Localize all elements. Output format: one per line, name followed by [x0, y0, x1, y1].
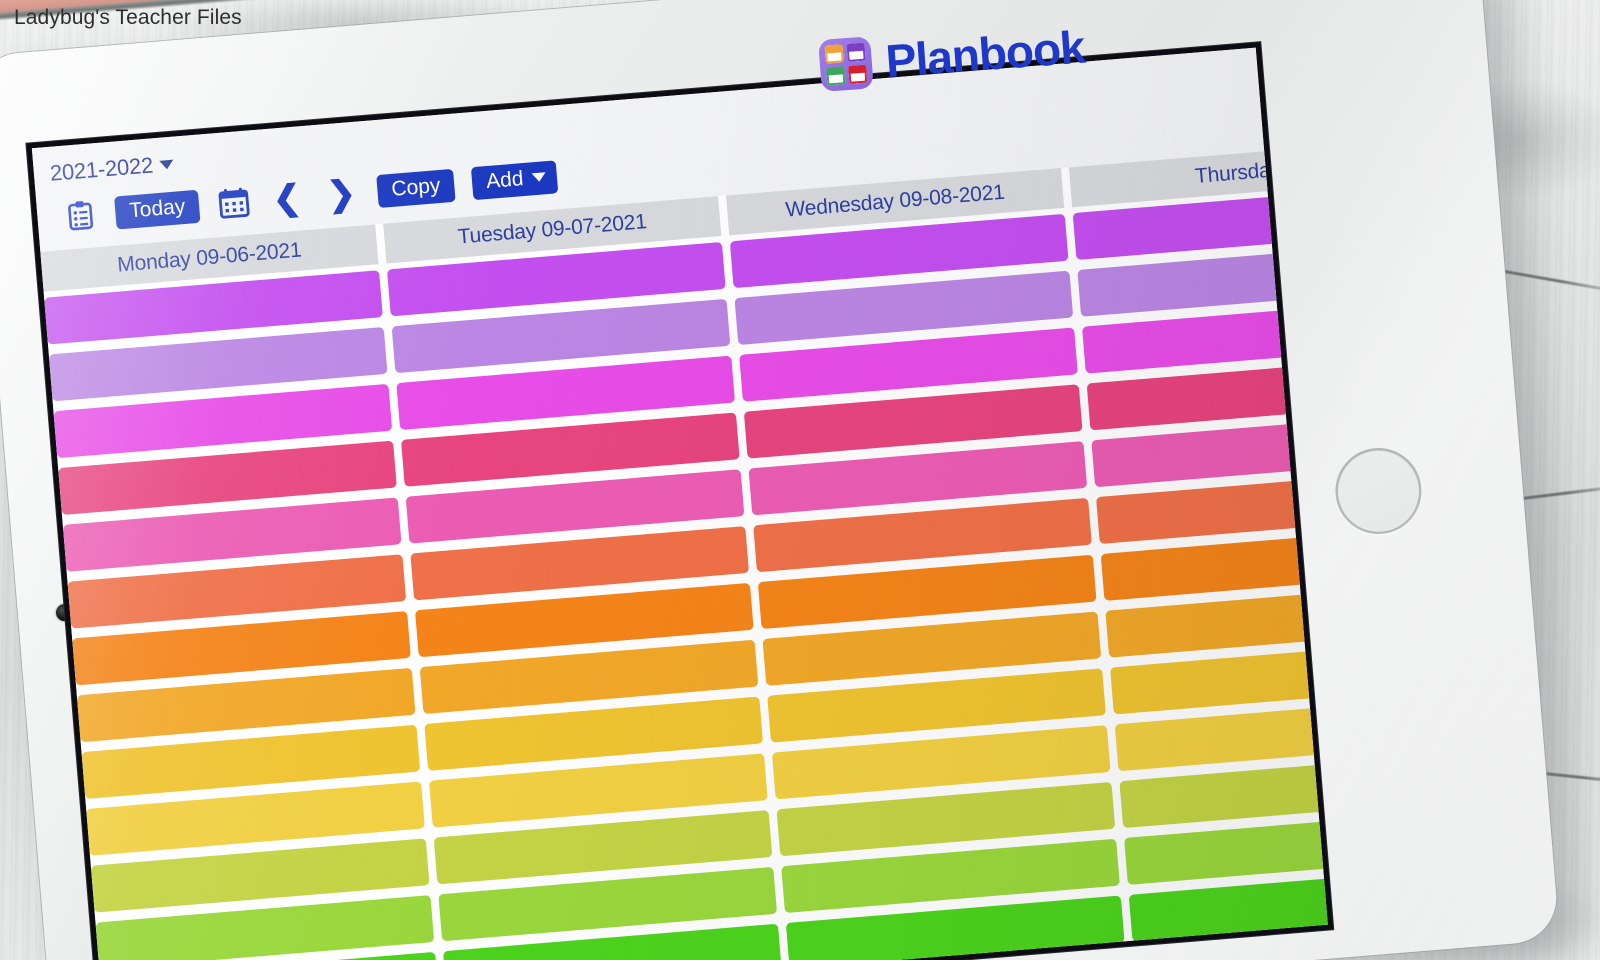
lesson-block-list: [44, 264, 453, 960]
planbook-logo-icon: [818, 36, 874, 92]
calendar-icon[interactable]: [216, 183, 253, 224]
logo-card-green: [826, 66, 846, 86]
chevron-down-icon: [159, 159, 175, 170]
weekly-planner-grid: Monday 09-06-2021 Tuesday 09-07-2021 Wedne…: [40, 139, 1328, 960]
copy-button[interactable]: Copy: [376, 168, 456, 208]
lesson-list-icon[interactable]: [62, 195, 99, 236]
logo-card-red: [848, 64, 868, 84]
watermark-text: Ladybug's Teacher Files: [14, 6, 242, 29]
home-button[interactable]: [1332, 444, 1425, 538]
school-year-label: 2021-2022: [48, 152, 155, 186]
lesson-block-list: [386, 236, 795, 960]
add-button[interactable]: Add: [470, 159, 559, 200]
photo-scene: 2021-2022 Today ❮ ❯ Copy Add Monday 09-0…: [0, 0, 1600, 960]
lesson-block-list: [729, 208, 1138, 960]
ipad-screen: 2021-2022 Today ❮ ❯ Copy Add Monday 09-0…: [31, 47, 1328, 960]
logo-card-orange: [824, 44, 844, 64]
day-column-wednesday: Wednesday 09-08-2021: [726, 167, 1133, 960]
day-column-tuesday: Tuesday 09-07-2021: [383, 195, 790, 960]
school-year-dropdown[interactable]: 2021-2022: [49, 151, 175, 187]
logo-card-purple: [846, 42, 866, 62]
ipad-device: 2021-2022 Today ❮ ❯ Copy Add Monday 09-0…: [0, 0, 1560, 960]
previous-week-button[interactable]: ❮: [268, 178, 307, 218]
day-column-monday: Monday 09-06-2021: [40, 223, 447, 960]
chevron-down-icon: [531, 171, 547, 182]
today-button[interactable]: Today: [114, 189, 201, 230]
next-week-button[interactable]: ❯: [322, 174, 361, 214]
add-button-label: Add: [485, 166, 525, 193]
